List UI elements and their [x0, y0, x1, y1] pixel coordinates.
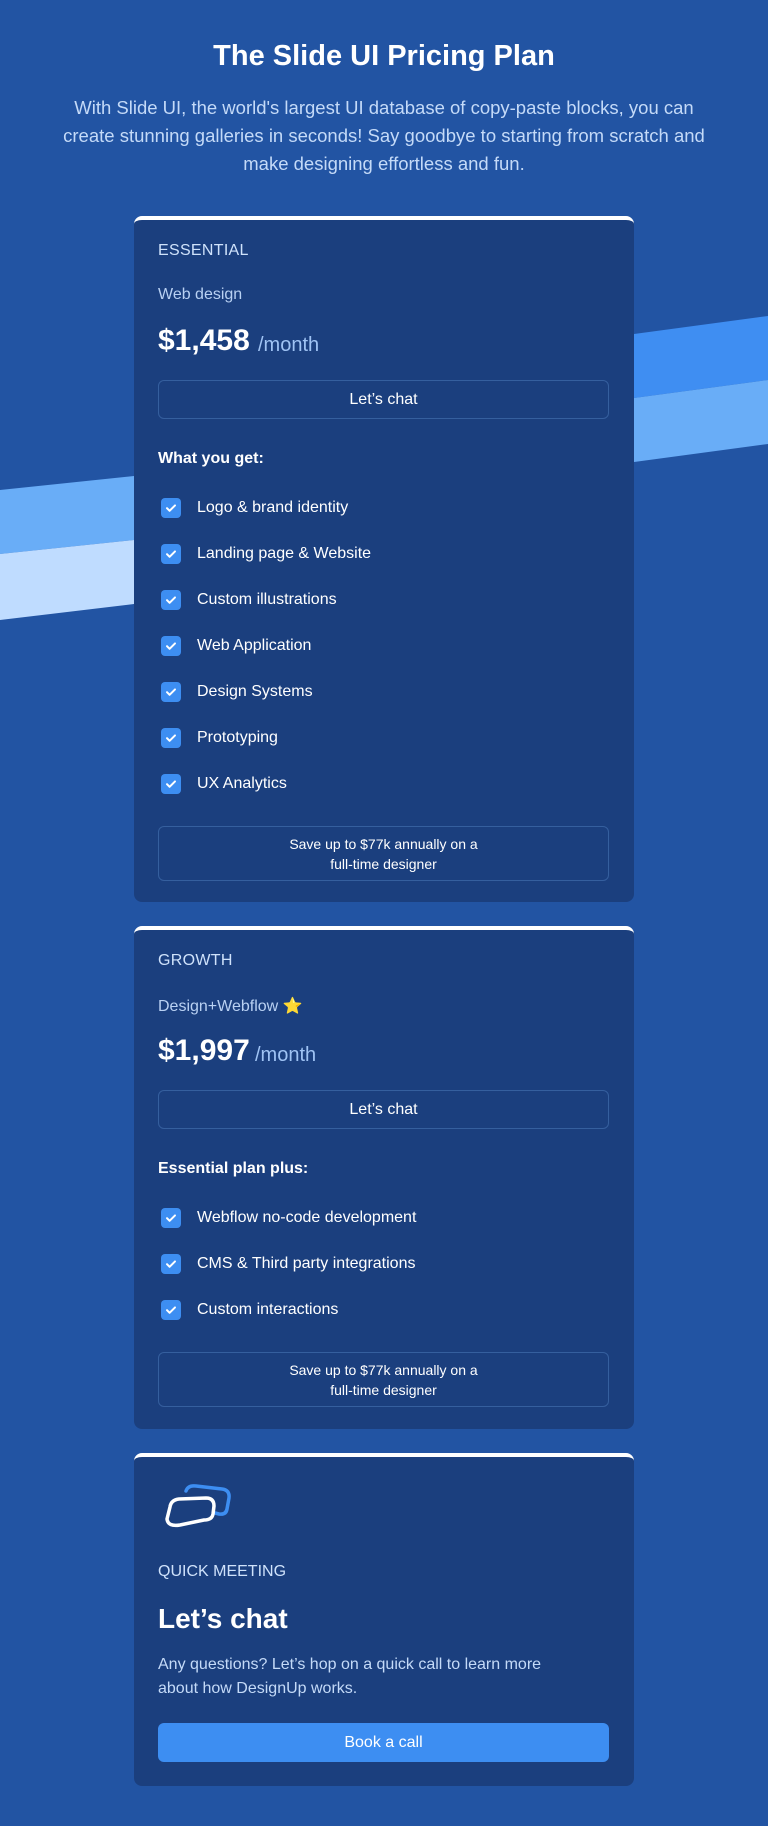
- plan-subtitle: Design+Webflow ⭐: [158, 998, 303, 1015]
- checkbox-checked-icon: [161, 1300, 181, 1320]
- lets-chat-button[interactable]: Let’s chat: [158, 380, 609, 419]
- feature-item: Webflow no-code development: [161, 1207, 416, 1229]
- plan-price: $1,458: [158, 324, 250, 357]
- chat-bubbles-icon: [165, 1484, 231, 1528]
- savings-note: Save up to $77k annually on a full-time …: [158, 1352, 609, 1407]
- features-heading: Essential plan plus:: [158, 1160, 309, 1177]
- page-subtitle: With Slide UI, the world's largest UI da…: [63, 97, 705, 174]
- checkbox-checked-icon: [161, 728, 181, 748]
- feature-item: Logo & brand identity: [161, 497, 348, 519]
- feature-item: CMS & Third party integrations: [161, 1253, 415, 1275]
- features-heading: What you get:: [158, 450, 264, 467]
- checkbox-checked-icon: [161, 774, 181, 794]
- lets-chat-button[interactable]: Let’s chat: [158, 1090, 609, 1129]
- meeting-title: Let’s chat: [158, 1603, 288, 1634]
- feature-item: Design Systems: [161, 681, 313, 703]
- meeting-description: Any questions? Let’s hop on a quick call…: [158, 1656, 542, 1697]
- checkbox-checked-icon: [161, 682, 181, 702]
- feature-item: UX Analytics: [161, 773, 287, 795]
- feature-label: Web Application: [197, 637, 312, 654]
- plan-period: /month: [255, 1044, 317, 1066]
- plan-price: $1,997: [158, 1034, 250, 1067]
- feature-item: Prototyping: [161, 727, 278, 749]
- plan-subtitle: Web design: [158, 286, 243, 303]
- book-a-call-button[interactable]: Book a call: [158, 1723, 609, 1762]
- page-title: The Slide UI Pricing Plan: [213, 40, 555, 72]
- quick-meeting-card: QUICK MEETING Let’s chat Any questions? …: [134, 1453, 634, 1786]
- savings-note: Save up to $77k annually on a full-time …: [158, 826, 609, 881]
- feature-label: Logo & brand identity: [197, 499, 349, 516]
- checkbox-checked-icon: [161, 1208, 181, 1228]
- checkbox-checked-icon: [161, 1254, 181, 1274]
- pricing-card-growth: GROWTH Design+Webflow ⭐ $1,997 /month Le…: [134, 926, 634, 1429]
- feature-label: Landing page & Website: [197, 545, 372, 562]
- feature-label: Custom interactions: [197, 1301, 339, 1318]
- feature-label: Prototyping: [197, 729, 278, 746]
- feature-item: Custom illustrations: [161, 589, 337, 611]
- pricing-card-essential: ESSENTIAL Web design $1,458 /month Let’s…: [134, 216, 634, 902]
- plan-name: ESSENTIAL: [158, 242, 249, 259]
- checkbox-checked-icon: [161, 590, 181, 610]
- feature-label: Custom illustrations: [197, 591, 337, 608]
- plan-name: GROWTH: [158, 952, 233, 969]
- checkbox-checked-icon: [161, 498, 181, 518]
- feature-item: Landing page & Website: [161, 543, 371, 565]
- meeting-label: QUICK MEETING: [158, 1563, 287, 1580]
- feature-item: Web Application: [161, 635, 311, 657]
- feature-item: Custom interactions: [161, 1299, 338, 1321]
- feature-label: Webflow no-code development: [197, 1209, 417, 1226]
- feature-label: CMS & Third party integrations: [197, 1255, 416, 1272]
- feature-label: Design Systems: [197, 683, 313, 700]
- checkbox-checked-icon: [161, 544, 181, 564]
- feature-label: UX Analytics: [197, 775, 287, 792]
- plan-period: /month: [258, 334, 320, 356]
- checkbox-checked-icon: [161, 636, 181, 656]
